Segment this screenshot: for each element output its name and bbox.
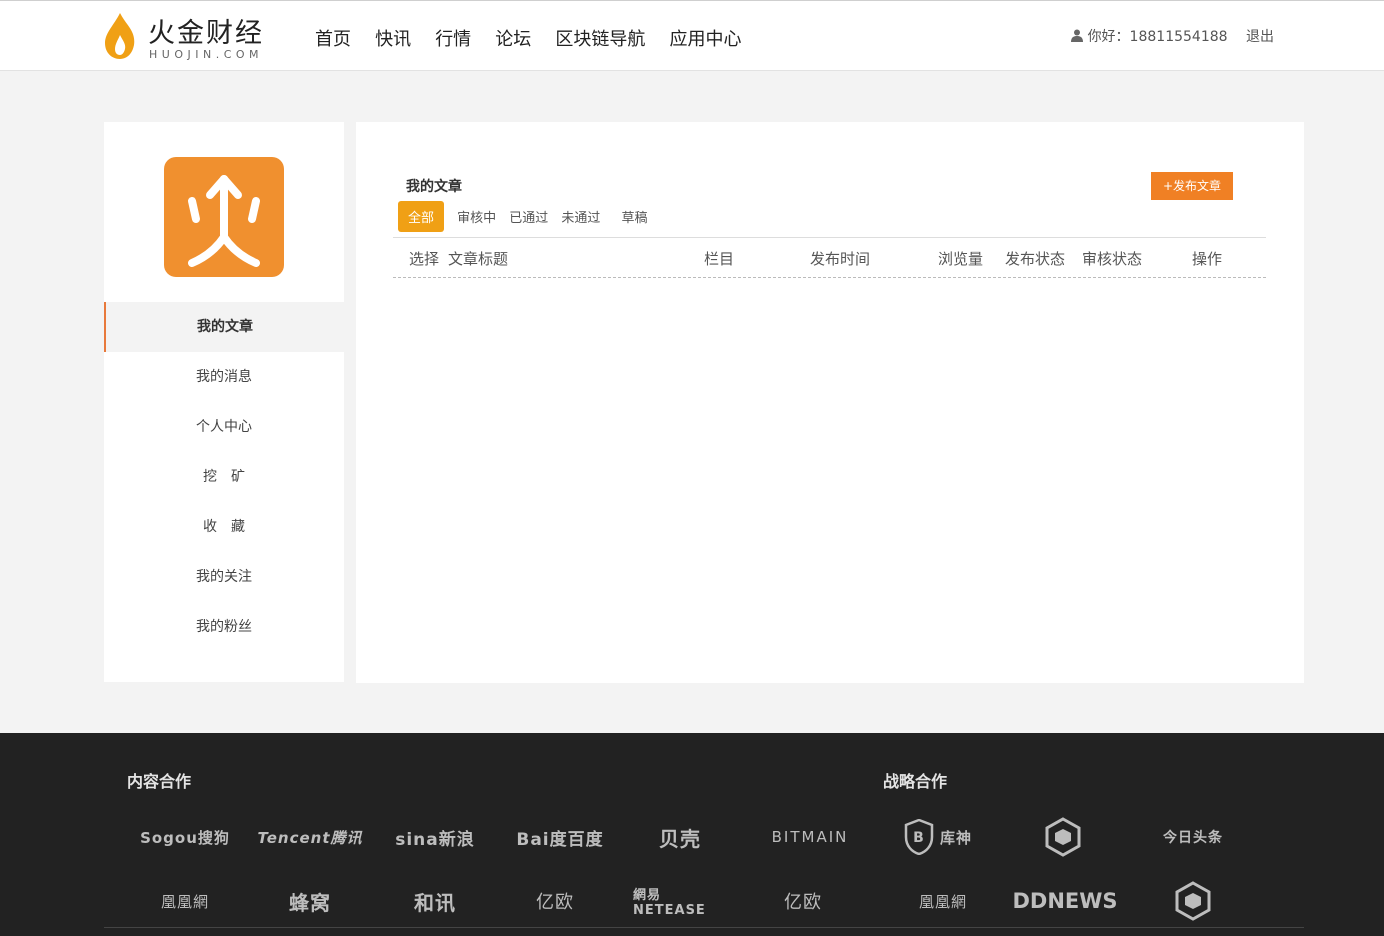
- article-table-header: 选择 文章标题 栏目 发布时间 浏览量 发布状态 审核状态 操作: [393, 237, 1266, 278]
- partner-logo-sina[interactable]: sina新浪: [380, 817, 490, 857]
- sidebar-item-mining[interactable]: 挖 矿: [104, 452, 344, 502]
- avatar[interactable]: [164, 157, 284, 277]
- avatar-logo-icon: [188, 175, 260, 267]
- sidebar-item-personal-center[interactable]: 个人中心: [104, 402, 344, 452]
- partner-logo-tencent[interactable]: Tencent腾讯: [255, 817, 365, 857]
- publish-article-button[interactable]: +发布文章: [1151, 172, 1233, 200]
- svg-text:B: B: [913, 830, 925, 846]
- partner-logo-baidu[interactable]: Bai度百度: [505, 817, 615, 857]
- sidebar-menu: 我的文章 我的消息 个人中心 挖 矿 收 藏 我的关注 我的粉丝: [104, 302, 344, 652]
- partner-logo-coldlar[interactable]: B 库神: [893, 817, 983, 857]
- logout-link[interactable]: 退出: [1246, 29, 1274, 45]
- partner-logo-sogou[interactable]: Sogou搜狗: [130, 817, 240, 857]
- site-logo[interactable]: 火金财经 HUOJIN.COM: [102, 11, 292, 63]
- partner-logo-beike[interactable]: 贝壳: [630, 817, 730, 857]
- article-tabs: 全部 审核中 已通过 未通过 草稿: [398, 201, 655, 232]
- partner-logo-toutiao[interactable]: 今日头条: [1143, 817, 1243, 857]
- tab-all[interactable]: 全部: [398, 201, 445, 232]
- user-icon: [1071, 29, 1084, 42]
- sidebar-item-following[interactable]: 我的关注: [104, 552, 344, 602]
- partner-logo-bitmain[interactable]: BITMAIN: [755, 817, 865, 857]
- user-box: 你好：18811554188 退出: [1071, 26, 1274, 46]
- partner-logo-ifeng-2[interactable]: 凰凰網: [893, 881, 993, 921]
- page-title: 我的文章: [406, 179, 462, 195]
- tab-rejected[interactable]: 未通过: [561, 207, 600, 226]
- main-nav: 首页 快讯 行情 论坛 区块链导航 应用中心: [315, 25, 760, 51]
- logo-word: 火金财经: [148, 18, 264, 49]
- sidebar-item-fans[interactable]: 我的粉丝: [104, 602, 344, 652]
- flame-logo-icon: [105, 13, 135, 59]
- sidebar-item-favorites[interactable]: 收 藏: [104, 502, 344, 552]
- nav-blockchain[interactable]: 区块链导航: [555, 25, 645, 51]
- hexagon-logo-icon: [1175, 881, 1211, 921]
- user-greeting: 你好：18811554188: [1087, 29, 1228, 45]
- column-views: 浏览量: [938, 250, 984, 268]
- sidebar-item-my-articles[interactable]: 我的文章: [104, 302, 344, 352]
- tab-approved[interactable]: 已通过: [509, 207, 548, 226]
- column-select: 选择: [409, 250, 440, 268]
- footer-divider: [104, 927, 1304, 928]
- sidebar: 我的文章 我的消息 个人中心 挖 矿 收 藏 我的关注 我的粉丝: [104, 122, 344, 682]
- nav-apps[interactable]: 应用中心: [669, 25, 741, 51]
- partner-logo-netease[interactable]: 網易 NETEASE: [633, 881, 738, 921]
- top-header: 火金财经 HUOJIN.COM 首页 快讯 行情 论坛 区块链导航 应用中心 你…: [0, 0, 1384, 71]
- column-actions: 操作: [1192, 250, 1223, 268]
- nav-flash[interactable]: 快讯: [375, 25, 411, 51]
- content-partners-title: 内容合作: [127, 772, 192, 791]
- column-review-status: 审核状态: [1082, 250, 1143, 268]
- footer: 内容合作 战略合作 Sogou搜狗 Tencent腾讯 sina新浪 Bai度百…: [0, 733, 1384, 936]
- strategic-partners-title: 战略合作: [883, 772, 948, 791]
- tab-drafts[interactable]: 草稿: [621, 207, 647, 226]
- partner-logo-ifeng[interactable]: 凰凰網: [135, 881, 235, 921]
- partner-logo-ddnews[interactable]: DDNEWS: [1012, 881, 1117, 921]
- nav-home[interactable]: 首页: [315, 25, 351, 51]
- main-panel: 我的文章 +发布文章 全部 审核中 已通过 未通过 草稿 选择 文章标题 栏目 …: [356, 122, 1304, 683]
- partner-logo-yiou[interactable]: 亿欧: [510, 881, 600, 921]
- partner-logo-alliance-2[interactable]: [1143, 881, 1243, 921]
- tab-reviewing[interactable]: 审核中: [457, 207, 496, 226]
- nav-market[interactable]: 行情: [435, 25, 471, 51]
- partner-logo-hexun[interactable]: 和讯: [385, 881, 485, 921]
- sidebar-item-my-messages[interactable]: 我的消息: [104, 352, 344, 402]
- partner-logo-coldlar-label: 库神: [939, 828, 972, 847]
- hexagon-logo-icon: [1045, 817, 1081, 857]
- nav-forum[interactable]: 论坛: [495, 25, 531, 51]
- column-title: 文章标题: [448, 250, 509, 268]
- partner-logo-fengwo[interactable]: 蜂窝: [260, 881, 360, 921]
- column-publish-time: 发布时间: [810, 250, 871, 268]
- column-publish-status: 发布状态: [1005, 250, 1066, 268]
- partner-logo-yiou-2[interactable]: 亿欧: [758, 881, 848, 921]
- partner-logo-alliance[interactable]: [1020, 817, 1110, 857]
- shield-bitcoin-icon: B: [904, 819, 934, 855]
- column-category: 栏目: [704, 250, 735, 268]
- logo-domain: HUOJIN.COM: [149, 48, 264, 61]
